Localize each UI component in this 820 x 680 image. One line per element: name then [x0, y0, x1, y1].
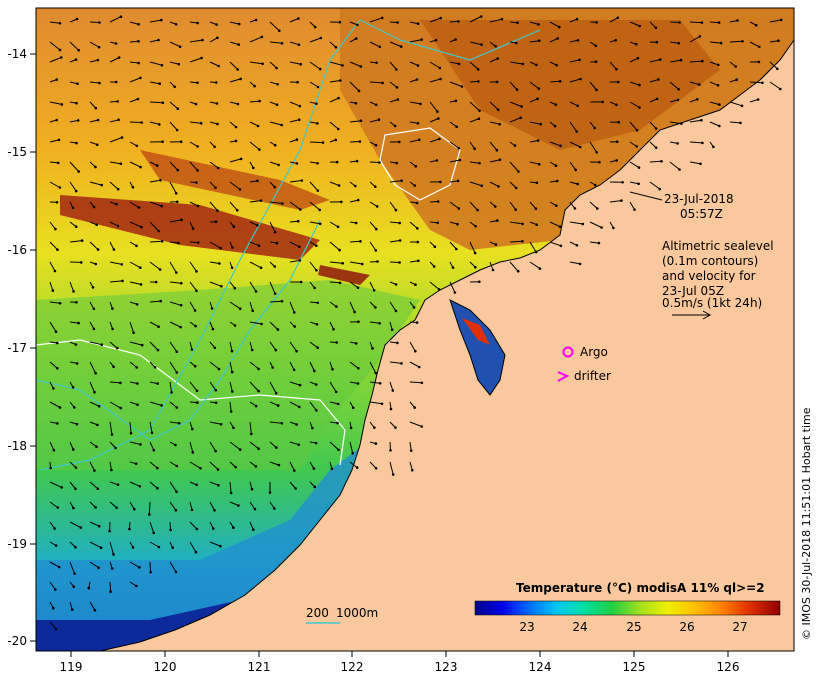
lat-tick-marks — [30, 53, 36, 642]
colorbar-title: Temperature (°C) modisA 11% ql>=2 — [516, 581, 765, 595]
lat-tick-label: -16 — [7, 243, 27, 257]
lat-tick-label: -15 — [7, 145, 27, 159]
colorbar-tick: 26 — [679, 620, 694, 634]
legend-line: 0.5m/s (1kt 24h) — [662, 296, 762, 310]
lon-tick-label: 119 — [60, 660, 83, 674]
legend-line: and velocity for — [662, 269, 756, 283]
colorbar-tick: 23 — [519, 620, 534, 634]
lat-tick-label: -14 — [7, 47, 27, 61]
image-date: 23-Jul-2018 — [664, 192, 734, 206]
image-time: 05:57Z — [680, 207, 723, 221]
lon-tick-label: 125 — [623, 660, 646, 674]
lon-tick-label: 123 — [435, 660, 458, 674]
lon-tick-marks — [70, 651, 729, 657]
lat-tick-label: -18 — [7, 439, 27, 453]
lon-tick-label: 126 — [717, 660, 740, 674]
lat-tick-label: -17 — [7, 341, 27, 355]
argo-label: Argo — [580, 345, 608, 359]
lat-tick-label: -19 — [7, 537, 27, 551]
drifter-label: drifter — [574, 369, 611, 383]
copyright-notice: © IMOS 30-Jul-2018 11:51:01 Hobart time — [800, 407, 813, 640]
colorbar-tick: 27 — [732, 620, 747, 634]
lon-tick-label: 124 — [529, 660, 552, 674]
lon-tick-label: 122 — [341, 660, 364, 674]
map-frame: 119 120 121 122 123 124 125 126 -14 -15 … — [7, 7, 813, 674]
colorbar — [474, 600, 781, 616]
lon-tick-label: 121 — [248, 660, 271, 674]
lon-tick-label: 120 — [154, 660, 177, 674]
colorbar-tick: 25 — [626, 620, 641, 634]
depth-label-200: 200 — [306, 606, 329, 620]
lat-tick-label: -20 — [7, 634, 27, 648]
legend-line: (0.1m contours) — [662, 254, 758, 268]
depth-label-1000: 1000m — [336, 606, 378, 620]
legend-line: Altimetric sealevel — [662, 239, 774, 253]
colorbar-tick: 24 — [572, 620, 587, 634]
